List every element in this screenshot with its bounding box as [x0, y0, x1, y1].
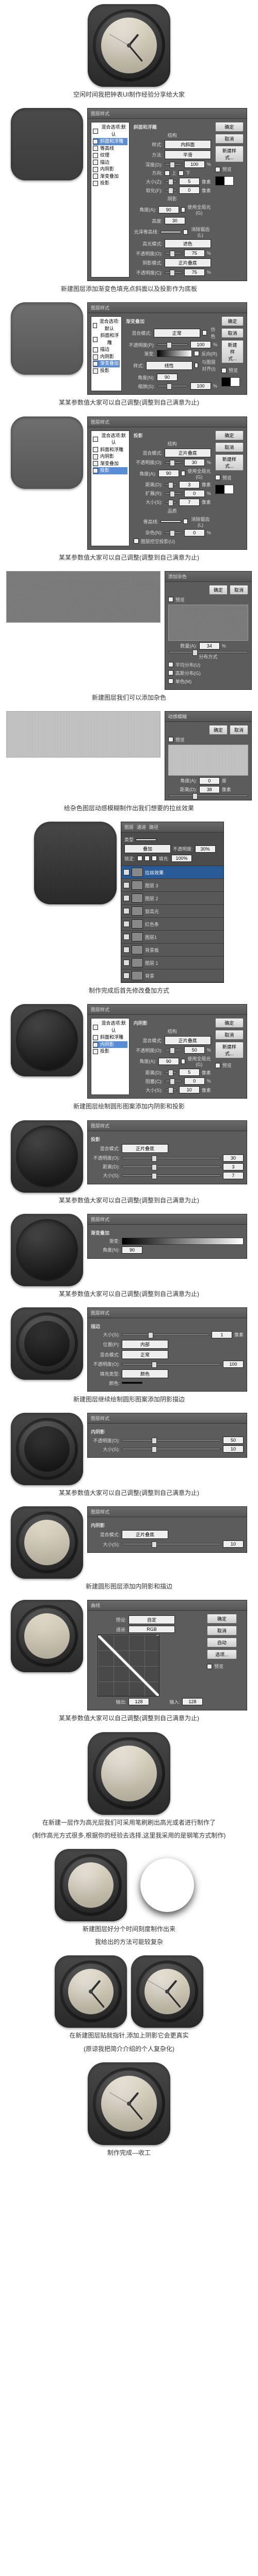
tab-channels[interactable]: 通道 — [137, 824, 146, 830]
caption-14: 某某参数值大家可以自己调整(调整到自己满意为止) — [6, 1714, 252, 1723]
layer-style-stroke-dialog: 图层样式 描边 大小(S):1像素 位置(P):内部 混合模式:正常 不透明度(… — [87, 1307, 247, 1392]
new-style-button[interactable]: 新建样式... — [215, 146, 244, 162]
layer-style-inner-dialog: 图层样式 混合选项:默认 斜面和浮雕 内阴影 投影 内阴影 结构 混合模式:正片… — [87, 1004, 247, 1099]
caption-15a: 在新建一层作为高光层我们可采用笔刷刷出高光或者进行制作了 — [6, 1818, 252, 1828]
caption-2: 新建图层添加渐变色填充点斜面以及投影作为底板 — [6, 284, 252, 294]
gradient-ramp[interactable] — [157, 350, 192, 357]
caption-16b: 我给出的方法可能较复杂 — [6, 1937, 252, 1947]
layers-list: 拉丝效果 图层 3 图层 2 窗高光 红色条 图层1 背景板 图层 1 背景 — [121, 866, 223, 982]
layer-row[interactable]: 图层 3 — [121, 879, 223, 892]
caption-10: 某某参数值大家可以自己调整(调整到自己满意为止) — [6, 1289, 252, 1299]
icon-bezel-2 — [11, 1413, 83, 1485]
layer-style-drop-dialog-2: 图层样式 投影 混合模式:正片叠底 不透明度(O):30 距离(D):3 大小(… — [87, 1120, 247, 1184]
caption-9: 某某参数值大家可以自己调整(调整到自己满意为止) — [6, 1196, 252, 1206]
icon-ring-2 — [11, 1120, 83, 1193]
caption-12: 某某参数值大家可以自己调整(调整到自己满意为止) — [6, 1488, 252, 1498]
curve-grid[interactable] — [98, 1634, 159, 1696]
layer-row[interactable]: 红色条 — [121, 918, 223, 931]
layer-row[interactable]: 背景板 — [121, 944, 223, 957]
eye-icon[interactable] — [123, 869, 130, 875]
clock-icon-complete — [88, 2062, 170, 2145]
layer-style-gradient-dialog-2: 图层样式 渐变叠加 渐变: 角度(N):90 — [87, 1214, 247, 1259]
caption-5: 新建图层我们可以添加杂色 — [6, 693, 252, 703]
tab-paths[interactable]: 路径 — [149, 824, 158, 830]
caption-11: 新建图层继续绘制圆形图案添加阴影描边 — [6, 1395, 252, 1405]
caption-13: 新建圆形图层添加内阴影和描边 — [6, 1582, 252, 1592]
motion-blur-dialog: 动感模糊 确定 取消 预览 角度(A):0度 距离(D):38像素 — [165, 711, 252, 800]
icon-highlight — [88, 1732, 170, 1815]
caption-1: 空闲时间我把钟表UI制作经验分享给大家 — [6, 90, 252, 100]
icon-ring-1 — [11, 1004, 83, 1076]
caption-17: 在新建图层贴就指针,添加上阴影它会更真实 — [6, 2031, 252, 2041]
layer-style-bevel-dialog: 图层样式 混合选项:默认 斜面和浮雕 等高线 纹理 描边 内阴影 渐变叠加 投影… — [87, 108, 247, 281]
layer-row[interactable]: 背景 — [121, 969, 223, 982]
caption-3: 某某参数值大家可以自己调整(调整到自己满意为止) — [6, 398, 252, 408]
layer-row[interactable]: 图层 1 — [121, 957, 223, 969]
caption-18: (原谅我把简介介绍的个人复杂化) — [6, 2044, 252, 2054]
clock-icon-final — [88, 4, 170, 87]
caption-4: 某某参数值大家可以自己调整(调整到自己满意为止) — [6, 553, 252, 563]
fx-list[interactable]: 混合选项:默认 斜面和浮雕 等高线 纹理 描边 内阴影 渐变叠加 投影 — [91, 122, 130, 277]
layer-row[interactable]: 窗高光 — [121, 905, 223, 918]
layer-row[interactable]: 拉丝效果 — [121, 866, 223, 879]
add-noise-dialog: 添加杂色 确定 取消 预览 数量(A):34% 分布方式 平均分布(U) 高斯分… — [165, 571, 252, 690]
icon-ticks-shadow — [131, 1849, 203, 1921]
caption-8: 新建图层绘制圆形图案添加内阴影和投影 — [6, 1102, 252, 1112]
layer-row[interactable]: 图层1 — [121, 931, 223, 944]
icon-face-cream — [11, 1506, 83, 1579]
layers-panel: 图层 通道 路径 类型 叠加不透明度:30% 锁定: 填充:100% 拉丝效果 … — [121, 822, 224, 983]
noise-preview — [6, 571, 160, 623]
caption-7: 制作完成后首先修改叠加方式 — [6, 986, 252, 996]
bevel-style-select[interactable]: 内斜面 — [165, 140, 211, 149]
tab-layers[interactable]: 图层 — [124, 824, 134, 830]
caption-16a: 新建图层好分个时间刻度制作出来 — [6, 1924, 252, 1934]
icon-hands-2 — [131, 1955, 203, 2028]
icon-face-cream-2 — [11, 1600, 83, 1672]
icon-base-gray — [11, 302, 83, 375]
icon-brushed — [34, 822, 117, 904]
cancel-button[interactable]: 取消 — [215, 134, 244, 144]
curves-dialog: 曲线 预设:自定 通道:RGB 输出:128 输入:128 确定 取消 自动 选… — [87, 1600, 247, 1710]
blend-mode-select[interactable]: 叠加 — [124, 844, 171, 853]
caption-6: 给杂色图层动感模糊制作出我们想要的拉丝效果 — [6, 804, 252, 813]
icon-base-dark — [11, 108, 83, 180]
preview-swatch — [215, 176, 234, 186]
ok-button[interactable]: 确定 — [215, 122, 244, 132]
layer-style-gradient-dialog: 图层样式 混合选项:默认 斜面和浮雕 描边 内阴影 渐变叠加 投影 渐变叠加 混… — [87, 302, 247, 395]
brushed-preview — [6, 711, 160, 758]
layer-row[interactable]: 图层 2 — [121, 892, 223, 905]
icon-base-gray-2 — [11, 417, 83, 489]
caption-15b: (制作高光方式很多,根据你的经验去选择,这里我采用的是钢笔方式制作) — [6, 1831, 252, 1841]
icon-ticks — [55, 1849, 127, 1921]
icon-hands-1 — [55, 1955, 127, 2028]
layer-style-drop-dialog: 图层样式 混合选项:默认 斜面和浮雕 内阴影 渐变叠加 投影 投影 结构 混合模… — [87, 417, 247, 550]
caption-19: 制作完成—收工 — [6, 2148, 252, 2158]
icon-bezel — [11, 1307, 83, 1380]
icon-ring-3 — [11, 1214, 83, 1286]
